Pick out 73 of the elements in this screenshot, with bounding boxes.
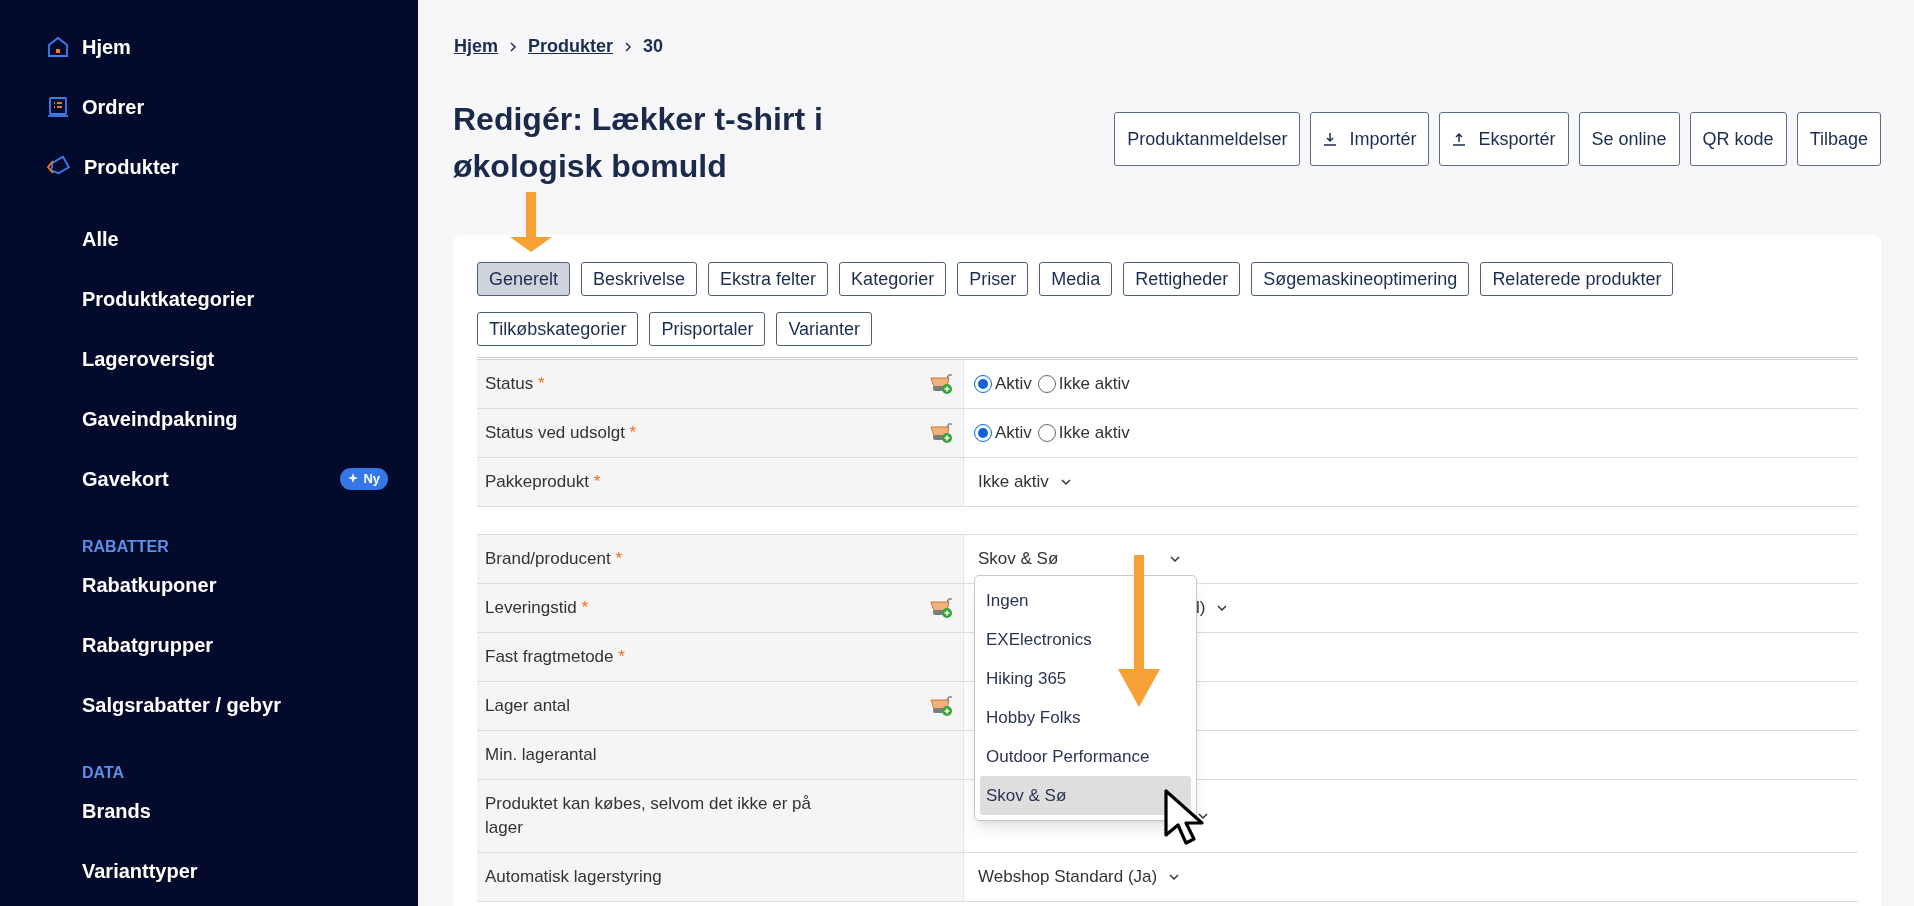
breadcrumb-link[interactable]: Produkter <box>528 33 614 60</box>
field-label: Produktet kan købes, selvom det ikke er på lager <box>485 793 812 839</box>
nav-item[interactable]: Hjem <box>46 17 388 77</box>
basket-icon[interactable] <box>929 695 953 717</box>
basket-icon[interactable] <box>929 373 953 395</box>
select-field[interactable]: Webshop Standard (Ja) <box>974 864 1186 890</box>
select-field[interactable]: Skov & Sø <box>974 546 1186 572</box>
nav-item[interactable]: Lageroversigt <box>46 329 388 389</box>
tab[interactable]: Beskrivelse <box>581 262 698 296</box>
field-label: Leveringstid * <box>485 597 590 619</box>
new-badge: Ny <box>340 468 388 490</box>
nav-item[interactable]: Brands <box>46 781 388 841</box>
header-button[interactable]: Tilbage <box>1796 112 1881 166</box>
nav-item[interactable]: Produktkategorier <box>46 269 388 329</box>
dropdown-option[interactable]: Ingen <box>980 581 1191 620</box>
nav-item[interactable]: Alle <box>46 209 388 269</box>
page-title: Redigér: Lækker t-shirt i økologisk bomuld <box>453 100 824 186</box>
radio-option[interactable]: Aktiv <box>974 420 1032 446</box>
header-button[interactable]: Eksportér <box>1439 112 1569 166</box>
tab[interactable]: Ekstra felter <box>708 262 829 296</box>
breadcrumb-current: 30 <box>643 35 664 58</box>
basket-icon[interactable] <box>929 597 953 619</box>
nav-item[interactable]: Ordrer <box>46 77 388 137</box>
nav-item[interactable]: Gaveindpakning <box>46 389 388 449</box>
download-icon <box>1323 132 1338 146</box>
field-label: Brand/producent * <box>485 548 624 570</box>
field-label: Pakkeprodukt * <box>485 471 602 493</box>
house-icon <box>46 35 70 59</box>
chevron-right-icon <box>623 40 634 53</box>
nav-item[interactable]: Varianttyper <box>46 841 388 901</box>
section-heading: RABATTER <box>82 538 169 555</box>
tab[interactable]: Relaterede produkter <box>1480 262 1674 296</box>
breadcrumb-link[interactable]: Hjem <box>454 33 498 60</box>
header-button[interactable]: Se online <box>1578 112 1680 166</box>
nav-item[interactable]: Produkter <box>46 137 388 197</box>
radio-option[interactable]: Aktiv <box>974 371 1032 397</box>
dropdown-option[interactable]: Skov & Sø <box>980 776 1191 815</box>
radio-option[interactable]: Ikke aktiv <box>1037 371 1130 397</box>
tab[interactable]: Tilkøbskategorier <box>477 312 639 346</box>
field-label: Status ved udsolgt * <box>485 422 638 444</box>
nav-item[interactable]: Gavekort Ny <box>46 449 388 509</box>
select-field[interactable]: Ikke aktiv <box>974 469 1077 495</box>
header-button[interactable]: Importér <box>1310 112 1430 166</box>
header-button[interactable]: Produktanmeldelser <box>1114 112 1301 166</box>
field-label: Automatisk lagerstyring <box>485 866 663 888</box>
dropdown-option[interactable]: Hobby Folks <box>980 698 1191 737</box>
nav-item[interactable]: Rabatgrupper <box>46 615 388 675</box>
radio-option[interactable]: Ikke aktiv <box>1037 420 1130 446</box>
dropdown-option[interactable]: Outdoor Performance <box>980 737 1191 776</box>
field-label: Min. lagerantal <box>485 744 598 766</box>
upload-icon <box>1452 132 1467 146</box>
receipt-icon <box>46 95 70 119</box>
tab[interactable]: Søgemaskineoptimering <box>1251 262 1470 296</box>
header-button[interactable]: QR kode <box>1689 112 1787 166</box>
dropdown-option[interactable]: EXElectronics <box>980 620 1191 659</box>
nav-item[interactable]: Rabatkuponer <box>46 555 388 615</box>
tab[interactable]: Generelt <box>477 262 571 296</box>
field-label: Status * <box>485 373 546 395</box>
dropdown-option[interactable]: Hiking 365 <box>980 659 1191 698</box>
section-heading: DATA <box>82 764 125 781</box>
annotation-arrow <box>510 192 552 252</box>
tab[interactable]: Priser <box>957 262 1029 296</box>
chevron-right-icon <box>508 40 518 53</box>
nav-item[interactable]: Salgsrabatter / gebyr <box>46 675 388 735</box>
basket-icon[interactable] <box>929 422 953 444</box>
tab[interactable]: Prisportaler <box>649 312 766 346</box>
field-label: Fast fragtmetode * <box>485 646 626 668</box>
tab[interactable]: Media <box>1039 262 1113 296</box>
tab[interactable]: Kategorier <box>839 262 947 296</box>
tab[interactable]: Varianter <box>776 312 873 346</box>
select-field[interactable]: l) <box>1196 595 1230 621</box>
field-label: Lager antal <box>485 695 572 717</box>
tab[interactable]: Rettigheder <box>1123 262 1241 296</box>
